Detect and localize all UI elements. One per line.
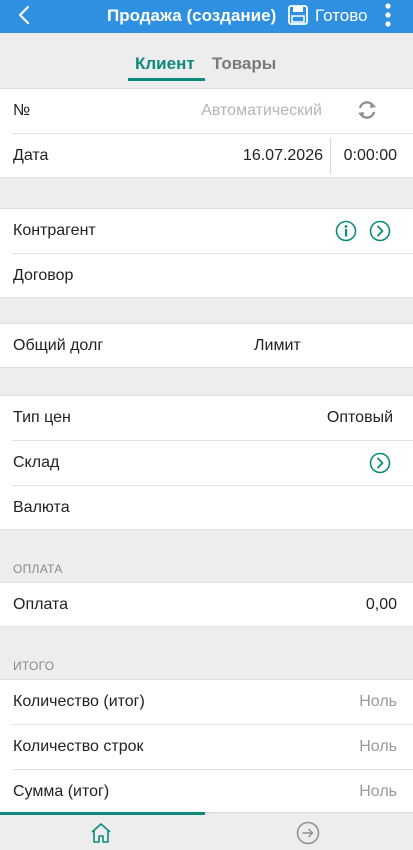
chevron-right-circle-icon[interactable] xyxy=(369,452,391,474)
tab-bar: Клиент Товары xyxy=(0,33,413,88)
currency-row[interactable]: Валюта xyxy=(0,486,413,531)
document-header-group: № Автоматический Дата 16.07.2026 0:00:00 xyxy=(0,88,413,178)
tab-goods[interactable]: Товары xyxy=(212,54,276,74)
page-title: Продажа (создание) xyxy=(107,6,277,25)
date-label: Дата xyxy=(13,147,49,164)
warehouse-label: Склад xyxy=(13,454,60,471)
active-nav-indicator xyxy=(0,812,205,815)
back-arrow-icon[interactable] xyxy=(14,2,36,28)
counterparty-row[interactable]: Контрагент xyxy=(0,209,413,254)
payment-group: Оплата 0,00 xyxy=(0,582,413,627)
contract-row[interactable]: Договор xyxy=(0,254,413,299)
rows-count-row: Количество строк Ноль xyxy=(0,725,413,770)
payment-row[interactable]: Оплата 0,00 xyxy=(0,583,413,628)
sum-total-value: Ноль xyxy=(359,783,397,800)
price-type-row[interactable]: Тип цен Оптовый xyxy=(0,396,413,441)
date-row: Дата 16.07.2026 0:00:00 xyxy=(0,134,413,179)
info-icon[interactable] xyxy=(335,220,357,242)
bottom-nav xyxy=(0,812,413,850)
totals-group: Количество (итог) Ноль Количество строк … xyxy=(0,679,413,814)
tab-client[interactable]: Клиент xyxy=(135,54,195,74)
total-debt-label: Общий долг xyxy=(13,337,104,354)
qty-total-label: Количество (итог) xyxy=(13,693,145,710)
active-tab-indicator xyxy=(128,78,205,81)
arrow-right-circle-icon[interactable] xyxy=(296,821,320,845)
number-row[interactable]: № Автоматический xyxy=(0,89,413,134)
debt-group: Общий долг Лимит xyxy=(0,323,413,368)
sum-total-label: Сумма (итог) xyxy=(13,783,110,800)
limit-label: Лимит xyxy=(254,337,301,354)
sum-total-row: Сумма (итог) Ноль xyxy=(0,770,413,815)
payment-value[interactable]: 0,00 xyxy=(366,596,397,614)
price-type-label: Тип цен xyxy=(13,409,71,426)
rows-count-value: Ноль xyxy=(359,738,397,755)
chevron-right-circle-icon[interactable] xyxy=(369,220,391,242)
number-label: № xyxy=(13,102,31,119)
number-input[interactable]: Автоматический xyxy=(201,102,322,120)
counterparty-label: Контрагент xyxy=(13,222,96,239)
debt-row: Общий долг Лимит xyxy=(0,324,413,369)
price-type-value[interactable]: Оптовый xyxy=(327,409,393,427)
qty-total-row: Количество (итог) Ноль xyxy=(0,680,413,725)
floppy-disk-icon[interactable] xyxy=(287,4,309,26)
payment-label: Оплата xyxy=(13,596,69,613)
contract-label: Договор xyxy=(13,267,74,284)
warehouse-row[interactable]: Склад xyxy=(0,441,413,486)
more-options-icon[interactable] xyxy=(381,2,395,28)
date-time-divider xyxy=(330,138,331,174)
refresh-icon[interactable] xyxy=(356,99,378,121)
currency-label: Валюта xyxy=(13,499,70,516)
payment-section-header: ОПЛАТА xyxy=(13,562,63,576)
settings-group: Тип цен Оптовый Склад Валюта xyxy=(0,395,413,530)
app-bar: Продажа (создание) Готово xyxy=(0,0,413,33)
party-group: Контрагент Договор xyxy=(0,208,413,298)
totals-section-header: ИТОГО xyxy=(13,659,55,673)
home-icon[interactable] xyxy=(89,821,113,845)
time-field[interactable]: 0:00:00 xyxy=(344,147,397,165)
qty-total-value: Ноль xyxy=(359,693,397,710)
done-button[interactable]: Готово xyxy=(315,6,368,26)
date-field[interactable]: 16.07.2026 xyxy=(243,147,323,165)
rows-count-label: Количество строк xyxy=(13,738,144,755)
